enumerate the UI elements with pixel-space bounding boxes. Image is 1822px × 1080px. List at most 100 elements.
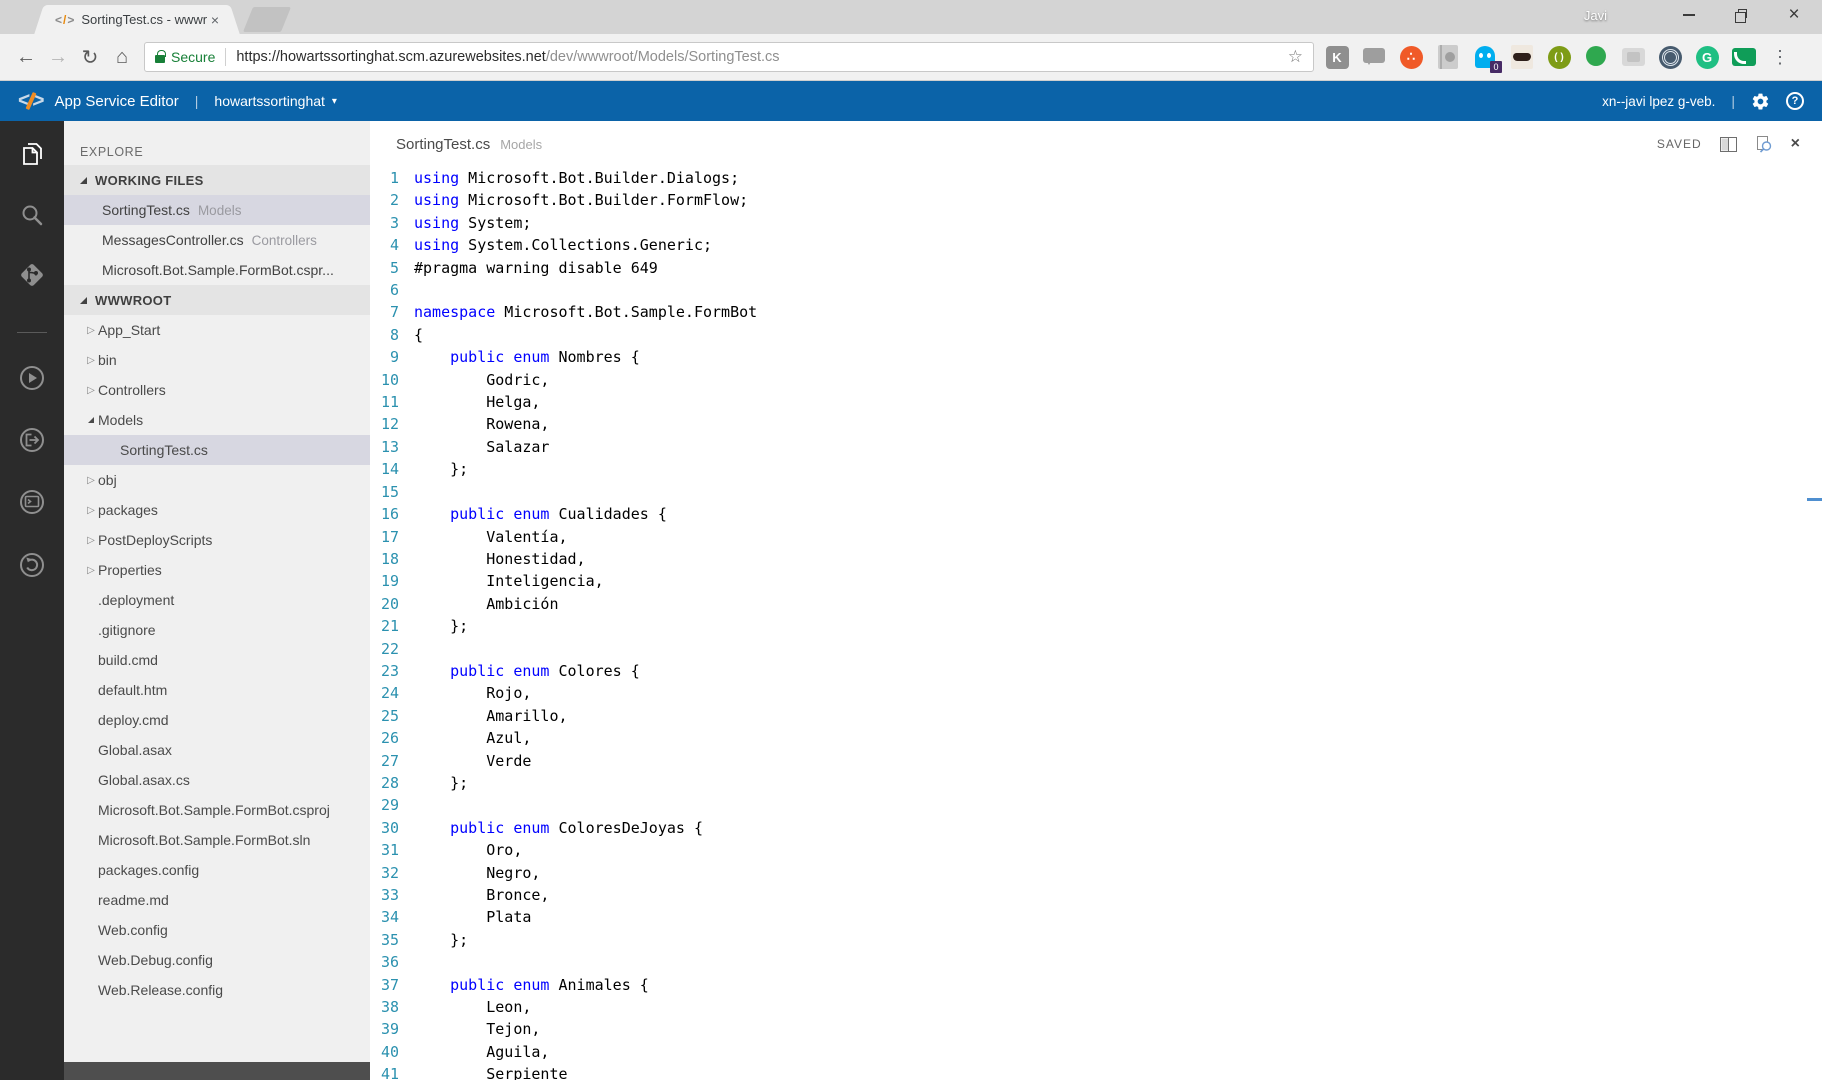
- editor-close-icon[interactable]: ×: [1791, 135, 1800, 153]
- bookmark-star-icon[interactable]: ☆: [1288, 47, 1303, 67]
- code-line[interactable]: 36: [370, 951, 1822, 973]
- forward-button[interactable]: →: [42, 41, 74, 73]
- console-terminal-icon[interactable]: [17, 487, 47, 517]
- back-button[interactable]: ←: [10, 41, 42, 73]
- ext-green-brackets-icon[interactable]: ( ): [1546, 44, 1572, 70]
- code-line[interactable]: 20 Ambición: [370, 593, 1822, 615]
- code-line[interactable]: 24 Rojo,: [370, 682, 1822, 704]
- code-line[interactable]: 7 namespace Microsoft.Bot.Sample.FormBot: [370, 301, 1822, 323]
- help-icon[interactable]: ?: [1786, 92, 1804, 110]
- code-line[interactable]: 14 };: [370, 458, 1822, 480]
- code-line[interactable]: 15: [370, 481, 1822, 503]
- tree-file-item[interactable]: Microsoft.Bot.Sample.FormBot.csproj: [64, 795, 370, 825]
- tree-file-item[interactable]: Microsoft.Bot.Sample.FormBot.sln: [64, 825, 370, 855]
- code-line[interactable]: 21 };: [370, 615, 1822, 637]
- restart-icon[interactable]: [17, 550, 47, 580]
- code-line[interactable]: 26 Azul,: [370, 727, 1822, 749]
- tree-file-item[interactable]: Web.Release.config: [64, 975, 370, 1005]
- code-line[interactable]: 37 public enum Animales {: [370, 974, 1822, 996]
- reload-button[interactable]: ↻: [74, 41, 106, 73]
- logout-exit-icon[interactable]: [17, 425, 47, 455]
- wwwroot-header[interactable]: WWWROOT: [64, 285, 370, 315]
- code-line[interactable]: 27 Verde: [370, 750, 1822, 772]
- ext-chat-bubble-icon[interactable]: [1361, 44, 1387, 70]
- code-line[interactable]: 28 };: [370, 772, 1822, 794]
- code-line[interactable]: 8{: [370, 324, 1822, 346]
- code-line[interactable]: 18 Honestidad,: [370, 548, 1822, 570]
- code-line[interactable]: 1 using Microsoft.Bot.Builder.Dialogs;: [370, 167, 1822, 189]
- tree-folder-item[interactable]: ▷ packages: [64, 495, 370, 525]
- code-line[interactable]: 16 public enum Cualidades {: [370, 503, 1822, 525]
- tree-folder-item[interactable]: ▷ bin: [64, 345, 370, 375]
- code-line[interactable]: 22: [370, 638, 1822, 660]
- code-line[interactable]: 10 Godric,: [370, 369, 1822, 391]
- settings-gear-icon[interactable]: [1751, 92, 1770, 111]
- working-file-item[interactable]: Microsoft.Bot.Sample.FormBot.cspr...: [64, 255, 370, 285]
- working-files-header[interactable]: WORKING FILES: [64, 165, 370, 195]
- code-line[interactable]: 2 using Microsoft.Bot.Builder.FormFlow;: [370, 189, 1822, 211]
- ext-grammarly-icon[interactable]: G: [1694, 44, 1720, 70]
- tree-file-item[interactable]: Web.Debug.config: [64, 945, 370, 975]
- code-line[interactable]: 11 Helga,: [370, 391, 1822, 413]
- chevron-down-icon[interactable]: ▾: [332, 96, 337, 107]
- tree-folder-item[interactable]: ▷ Controllers: [64, 375, 370, 405]
- explorer-files-icon[interactable]: [17, 139, 47, 169]
- address-bar[interactable]: Secure https://howartssortinghat.scm.azu…: [144, 42, 1314, 72]
- tree-file-item[interactable]: SortingTest.cs: [64, 435, 370, 465]
- run-play-icon[interactable]: [17, 363, 47, 393]
- code-line[interactable]: 4 using System.Collections.Generic;: [370, 234, 1822, 256]
- code-line[interactable]: 29: [370, 794, 1822, 816]
- sidebar-horizontal-scrollbar[interactable]: [64, 1062, 370, 1080]
- tree-file-item[interactable]: packages.config: [64, 855, 370, 885]
- code-area[interactable]: 1 using Microsoft.Bot.Builder.Dialogs; 2 us…: [370, 167, 1822, 1080]
- code-line[interactable]: 19 Inteligencia,: [370, 570, 1822, 592]
- ext-journal-camel-icon[interactable]: [1435, 44, 1461, 70]
- new-tab-button[interactable]: [242, 7, 292, 32]
- code-line[interactable]: 32 Negro,: [370, 862, 1822, 884]
- home-button[interactable]: ⌂: [106, 41, 138, 73]
- ext-orange-dots-icon[interactable]: ∴: [1398, 44, 1424, 70]
- site-selector[interactable]: howartssortinghat: [214, 93, 325, 109]
- code-line[interactable]: 5 #pragma warning disable 649: [370, 257, 1822, 279]
- tree-folder-item[interactable]: ▷ obj: [64, 465, 370, 495]
- ext-gray-chat-icon[interactable]: [1620, 44, 1646, 70]
- code-line[interactable]: 41 Serpiente: [370, 1063, 1822, 1080]
- code-line[interactable]: 30 public enum ColoresDeJoyas {: [370, 817, 1822, 839]
- ext-ghostery-icon[interactable]: 0: [1472, 44, 1502, 73]
- ext-green-balloon-icon[interactable]: [1583, 44, 1609, 70]
- tree-file-item[interactable]: Global.asax: [64, 735, 370, 765]
- browser-tab[interactable]: </> SortingTest.cs - wwwroot ×: [46, 5, 228, 34]
- scrollbar-position-marker[interactable]: [1807, 498, 1822, 501]
- working-file-item[interactable]: SortingTest.cs Models: [64, 195, 370, 225]
- tree-file-item[interactable]: Global.asax.cs: [64, 765, 370, 795]
- ext-mask-icon[interactable]: [1509, 44, 1535, 70]
- git-icon[interactable]: [17, 260, 47, 290]
- tree-file-item[interactable]: .deployment: [64, 585, 370, 615]
- tree-file-item[interactable]: default.htm: [64, 675, 370, 705]
- restore-button[interactable]: [1721, 0, 1767, 30]
- ext-k-icon[interactable]: K: [1324, 44, 1350, 70]
- code-line[interactable]: 23 public enum Colores {: [370, 660, 1822, 682]
- account-name[interactable]: xn--javi lpez g-veb.: [1602, 94, 1715, 109]
- tree-file-item[interactable]: build.cmd: [64, 645, 370, 675]
- code-line[interactable]: 13 Salazar: [370, 436, 1822, 458]
- tree-folder-item[interactable]: Models: [64, 405, 370, 435]
- ext-cast-icon[interactable]: [1731, 44, 1757, 70]
- tree-folder-item[interactable]: ▷ PostDeployScripts: [64, 525, 370, 555]
- minimize-button[interactable]: [1666, 0, 1712, 30]
- code-line[interactable]: 12 Rowena,: [370, 413, 1822, 435]
- code-line[interactable]: 9 public enum Nombres {: [370, 346, 1822, 368]
- browser-menu-icon[interactable]: ⋮: [1765, 47, 1795, 68]
- tab-close-icon[interactable]: ×: [211, 12, 219, 28]
- tree-file-item[interactable]: Web.config: [64, 915, 370, 945]
- working-file-item[interactable]: MessagesController.cs Controllers: [64, 225, 370, 255]
- profile-name[interactable]: Javi: [1584, 8, 1607, 23]
- tree-file-item[interactable]: deploy.cmd: [64, 705, 370, 735]
- code-line[interactable]: 17 Valentía,: [370, 526, 1822, 548]
- ext-swirl-icon[interactable]: [1657, 44, 1683, 70]
- search-icon[interactable]: [17, 200, 47, 230]
- tree-file-item[interactable]: .gitignore: [64, 615, 370, 645]
- secure-lock-icon[interactable]: [155, 50, 166, 63]
- code-line[interactable]: 38 Leon,: [370, 996, 1822, 1018]
- code-line[interactable]: 39 Tejon,: [370, 1018, 1822, 1040]
